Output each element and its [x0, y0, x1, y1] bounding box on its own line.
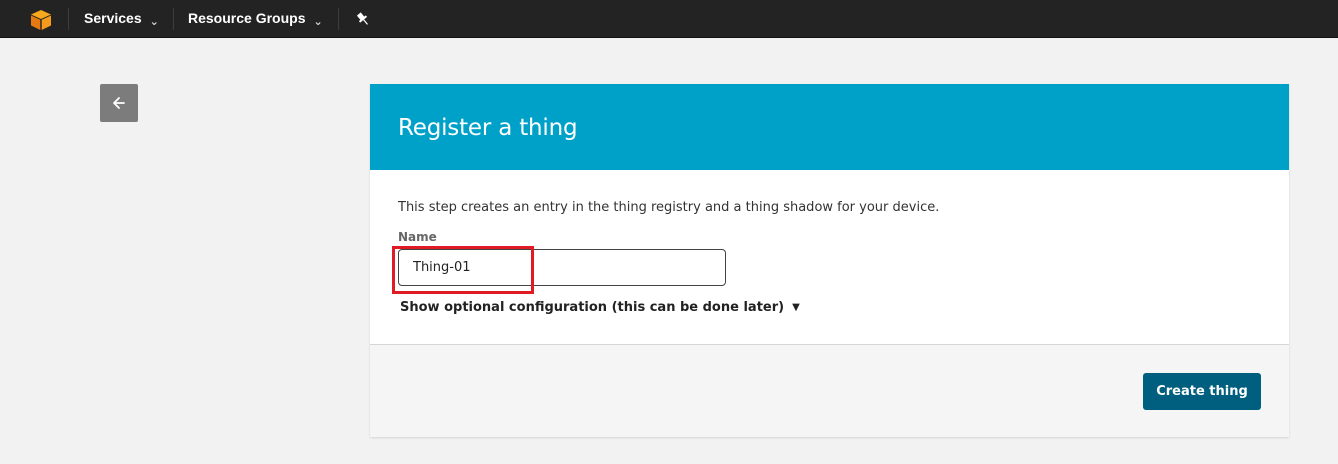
back-button[interactable]	[100, 84, 138, 122]
nav-divider	[68, 8, 69, 30]
nav-divider	[338, 8, 339, 30]
top-navigation-bar: Services ⌄ Resource Groups ⌄	[0, 0, 1338, 38]
create-thing-button[interactable]: Create thing	[1143, 373, 1261, 410]
nav-divider	[173, 8, 174, 30]
name-field-label: Name	[398, 230, 437, 244]
step-description: This step creates an entry in the thing …	[398, 200, 940, 215]
optional-configuration-label: Show optional configuration (this can be…	[400, 300, 785, 315]
services-menu[interactable]: Services ⌄	[84, 0, 159, 38]
card-footer: Create thing	[370, 344, 1289, 437]
aws-cube-icon[interactable]	[30, 9, 52, 31]
show-optional-configuration-toggle[interactable]: Show optional configuration (this can be…	[400, 300, 800, 315]
chevron-down-icon: ⌄	[313, 16, 323, 28]
page-title: Register a thing	[398, 115, 578, 141]
thing-name-input[interactable]	[398, 249, 726, 286]
register-thing-card: Register a thing This step creates an en…	[370, 84, 1289, 437]
arrow-left-icon	[113, 97, 125, 109]
chevron-down-icon: ⌄	[149, 16, 159, 28]
resource-groups-menu-label: Resource Groups	[188, 10, 306, 26]
pushpin-icon[interactable]	[355, 11, 371, 27]
card-header: Register a thing	[370, 84, 1289, 170]
caret-down-icon: ▼	[792, 302, 800, 313]
resource-groups-menu[interactable]: Resource Groups ⌄	[188, 0, 323, 38]
services-menu-label: Services	[84, 10, 142, 26]
